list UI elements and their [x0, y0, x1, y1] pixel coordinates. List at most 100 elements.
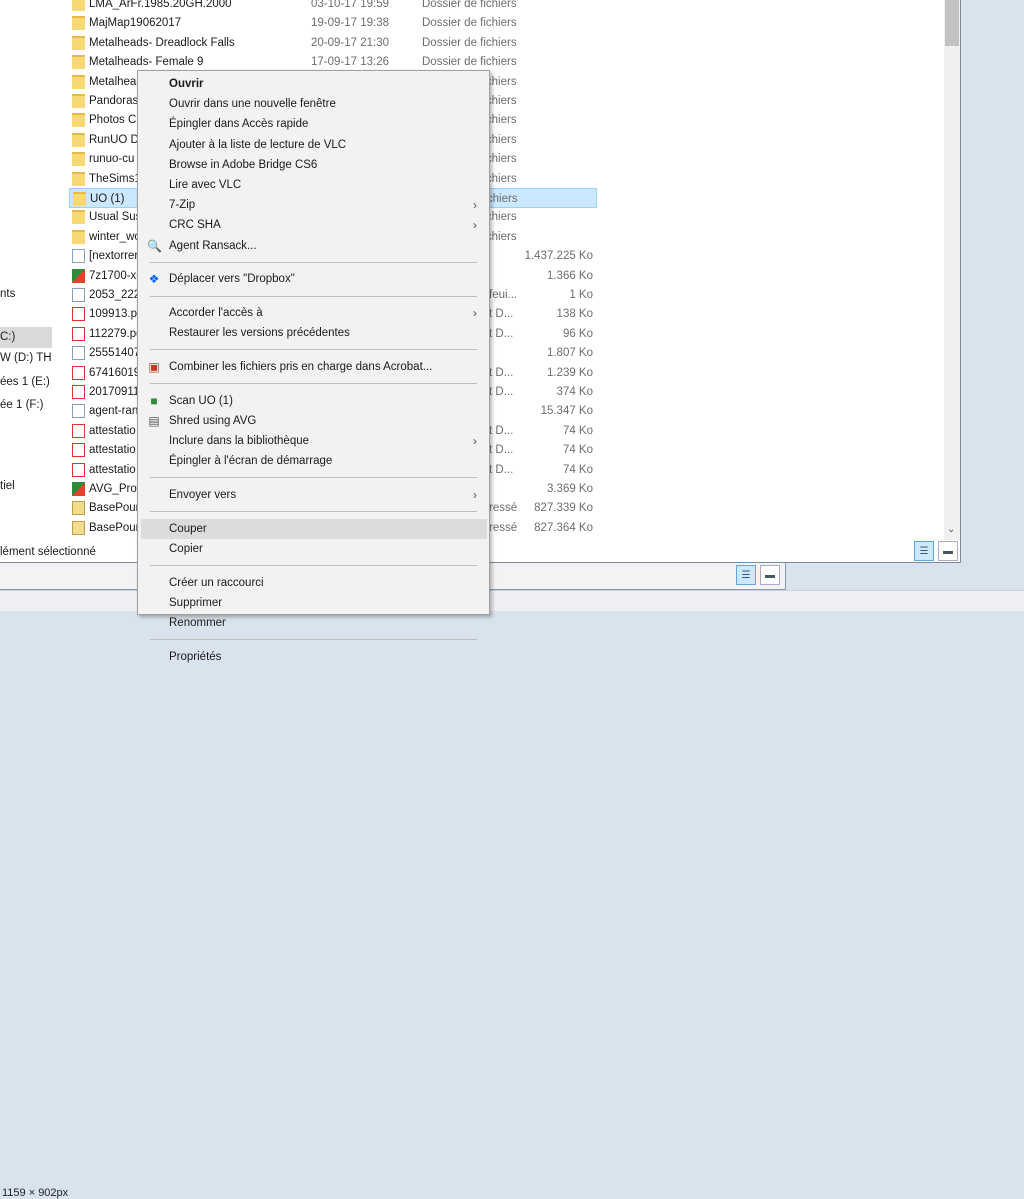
menu-item-label: Épingler dans Accès rapide — [169, 118, 309, 131]
menu-item[interactable]: Couper — [141, 518, 487, 539]
file-name: 112279.pd — [89, 327, 143, 340]
menu-item[interactable]: Épingler à l'écran de démarrage — [141, 451, 487, 471]
file-size: 74 Ko — [562, 424, 593, 437]
file-size: 138 Ko — [556, 308, 593, 321]
menu-item-label: Renommer — [169, 616, 226, 629]
menu-item-label: Accorder l'accès à — [169, 307, 263, 319]
menu-item[interactable]: Restaurer les versions précédentes — [141, 323, 487, 343]
file-name: attestatio — [89, 463, 136, 476]
file-name: BasePour — [89, 521, 140, 534]
nav-item[interactable]: nts — [0, 284, 52, 305]
menu-item-label: Ouvrir — [169, 78, 204, 90]
details-view-icon[interactable]: ☰ — [914, 541, 934, 561]
menu-separator — [150, 383, 477, 385]
menu-item[interactable]: Envoyer vers › — [141, 485, 487, 505]
menu-separator — [150, 639, 477, 641]
file-name: 20170911 — [89, 386, 140, 398]
nav-item[interactable]: ée 1 (F:) — [0, 395, 52, 416]
folder-icon — [73, 192, 86, 206]
app-icon — [72, 268, 85, 283]
menu-separator — [150, 295, 477, 297]
menu-item-label: Créer un raccourci — [169, 576, 264, 589]
menu-item[interactable]: Ajouter à la liste de lecture de VLC — [141, 135, 487, 155]
scrollbar-thumb[interactable] — [945, 0, 959, 46]
folder-icon — [72, 35, 85, 50]
chevron-right-icon: › — [473, 306, 477, 320]
menu-item-label: Inclure dans la bibliothèque — [169, 435, 310, 447]
folder-icon — [72, 229, 85, 244]
chevron-right-icon: › — [473, 487, 477, 502]
file-date: 20-09-17 21:30 — [311, 36, 390, 49]
file-row[interactable]: MajMap19062017 19-09-17 19:38 Dossier de f… — [69, 13, 597, 33]
menu-item-label: Épingler à l'écran de démarrage — [169, 455, 333, 468]
menu-item-label: Combiner les fichiers pris en charge dan… — [169, 360, 433, 373]
nav-item[interactable]: C:) — [0, 327, 52, 348]
file-type: Dossier de fichiers — [422, 0, 517, 10]
folder-icon — [72, 74, 85, 89]
menu-item[interactable]: ❖ Déplacer vers "Dropbox" — [141, 269, 487, 289]
menu-item[interactable]: CRC SHA › — [141, 215, 487, 235]
menu-item[interactable]: Lire avec VLC — [141, 175, 487, 195]
vertical-scrollbar[interactable]: ⌄ — [944, 0, 960, 540]
file-name: [nextorrer — [89, 250, 139, 263]
file-date: 03-10-17 19:59 — [311, 0, 390, 10]
file-size: 827.364 Ko — [534, 521, 593, 534]
menu-item[interactable]: ■ Scan UO (1) — [141, 391, 487, 411]
menu-item[interactable]: ▤ Shred using AVG — [141, 411, 487, 431]
avg-scan-icon: ■ — [150, 393, 158, 408]
menu-item[interactable]: Supprimer — [141, 593, 487, 613]
menu-item-label: Ajouter à la liste de lecture de VLC — [169, 138, 347, 151]
file-date: 19-09-17 19:38 — [311, 17, 390, 30]
nav-item[interactable]: tiel — [0, 476, 52, 497]
menu-item-label: Propriétés — [169, 650, 222, 663]
large-icons-view-icon[interactable]: ▬ — [938, 541, 958, 561]
file-size: 827.339 Ko — [534, 502, 593, 515]
menu-item[interactable]: Browse in Adobe Bridge CS6 — [141, 155, 487, 175]
menu-item[interactable]: 🔍 Agent Ransack... — [141, 236, 487, 256]
file-row[interactable]: LMA_ArFr.1985.20GH.2000 03-10-17 19:59 Dos… — [69, 0, 597, 14]
file-size: 15.347 Ko — [540, 405, 593, 418]
menu-item-label: Agent Ransack... — [169, 239, 257, 252]
nav-item[interactable]: ées 1 (E:) — [0, 372, 52, 393]
preview-view-icon[interactable]: ▬ — [760, 565, 780, 585]
pdf-icon — [72, 423, 85, 438]
menu-item[interactable]: Renommer — [141, 613, 487, 633]
nav-item[interactable]: W (D:) THI — [0, 348, 52, 369]
scroll-down-icon[interactable]: ⌄ — [947, 524, 955, 535]
folder-icon — [72, 0, 85, 11]
menu-item[interactable]: Épingler dans Accès rapide — [141, 114, 487, 134]
menu-item-label: Shred using AVG — [169, 414, 257, 427]
file-size: 1.807 Ko — [546, 347, 593, 360]
menu-item[interactable]: Copier — [141, 539, 487, 559]
file-name: LMA_ArFr.1985.20GH.2000 — [89, 0, 232, 10]
menu-item-label: CRC SHA — [169, 219, 221, 232]
menu-item[interactable]: ▣ Combiner les fichiers pris en charge da… — [141, 357, 487, 377]
file-name: RunUO D — [89, 133, 139, 146]
view-buttons: ☰ ▬ — [914, 541, 958, 561]
menu-item-label: Ouvrir dans une nouvelle fenêtre — [169, 98, 336, 111]
menu-item-label: Restaurer les versions précédentes — [169, 327, 350, 340]
file-size: 74 Ko — [562, 463, 593, 476]
menu-item-label: Supprimer — [169, 596, 223, 609]
folder-icon — [72, 113, 85, 128]
file-icon — [72, 346, 85, 361]
details-view-icon[interactable]: ☰ — [736, 565, 756, 585]
menu-item[interactable]: Propriétés — [141, 647, 487, 667]
file-icon — [72, 404, 85, 419]
file-name: attestatio — [89, 444, 136, 457]
menu-item[interactable]: 7-Zip › — [141, 195, 487, 215]
menu-item[interactable]: Ouvrir — [141, 74, 487, 94]
folder-icon — [72, 55, 85, 70]
menu-item[interactable]: Ouvrir dans une nouvelle fenêtre — [141, 94, 487, 114]
file-row[interactable]: Metalheads- Dreadlock Falls 20-09-17 21:3… — [69, 33, 597, 53]
menu-item[interactable]: Créer un raccourci — [141, 573, 487, 593]
file-size: 1 Ko — [569, 289, 593, 301]
acrobat-icon: ▣ — [148, 359, 160, 374]
menu-item[interactable]: Inclure dans la bibliothèque › — [141, 431, 487, 451]
file-name: TheSims1 — [89, 172, 141, 185]
file-name: MajMap19062017 — [89, 17, 182, 30]
file-name: agent-ran — [89, 405, 139, 418]
menu-item[interactable]: Accorder l'accès à › — [141, 303, 487, 323]
menu-item-label: Browse in Adobe Bridge CS6 — [169, 158, 318, 171]
file-type: Dossier de fichiers — [422, 36, 517, 49]
